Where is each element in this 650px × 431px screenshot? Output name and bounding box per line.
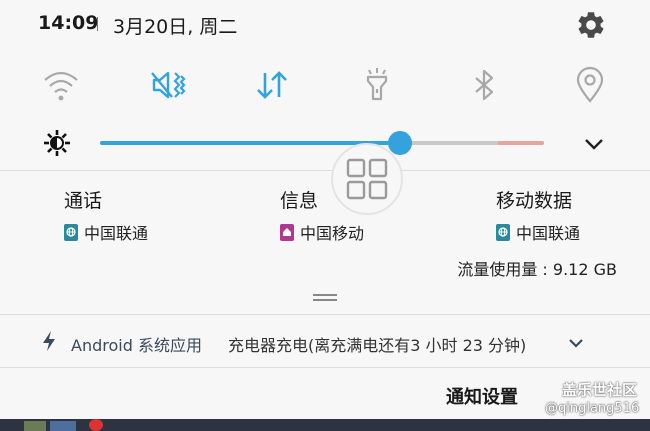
sim-message-carrier: 中国移动: [300, 224, 365, 243]
badge-dot: [89, 419, 103, 431]
vibrate-mute-icon[interactable]: [145, 62, 191, 108]
clock-time: 14:09: [38, 12, 99, 34]
brightness-thumb[interactable]: [387, 131, 412, 155]
sim-call[interactable]: 通话 中国联通: [64, 186, 148, 244]
sim-message-title: 信息: [280, 190, 319, 212]
chevron-down-icon[interactable]: [567, 334, 585, 352]
data-usage-text: 流量使用量 : 9.12 GB: [457, 260, 617, 279]
brightness-row: [0, 122, 650, 162]
status-header: 14:09 3月20日, 周二: [0, 0, 650, 50]
flashlight-icon[interactable]: [354, 62, 400, 108]
mobile-data-icon[interactable]: [249, 62, 295, 108]
location-icon[interactable]: [567, 62, 613, 108]
app-thumbnail: [50, 421, 76, 431]
app-thumbnail: [24, 421, 46, 431]
notification-app-name: Android 系统应用: [71, 336, 202, 355]
sim-data[interactable]: 移动数据 中国联通: [496, 186, 580, 244]
lightning-bolt-icon: [40, 330, 58, 352]
panel-footer: 通知设置 盖乐世社区 @qinglang516: [0, 369, 650, 419]
drag-handle-icon[interactable]: [313, 294, 337, 301]
sim-call-title: 通话: [64, 190, 103, 212]
watermark-title: 盖乐世社区: [562, 381, 638, 399]
bluetooth-icon[interactable]: [461, 62, 507, 108]
wifi-icon[interactable]: [38, 62, 84, 108]
brightness-slider[interactable]: [100, 131, 544, 155]
divider: [0, 170, 650, 171]
auto-brightness-sun-icon[interactable]: [43, 129, 71, 157]
background-app-strip: [0, 419, 650, 431]
quick-toggles: [0, 62, 650, 108]
sim-card-icon: [280, 223, 294, 241]
sim-call-carrier: 中国联通: [84, 224, 149, 243]
notification-settings-button[interactable]: 通知设置: [446, 383, 518, 409]
chevron-down-icon[interactable]: [582, 132, 606, 156]
settings-gear-icon[interactable]: [575, 9, 607, 41]
sim-card-icon: [496, 223, 510, 241]
brightness-high-zone: [498, 141, 544, 145]
date-text: 3月20日, 周二: [113, 16, 238, 38]
sim-card-icon: [64, 223, 78, 241]
watermark-user: @qinglang516: [545, 401, 640, 416]
sim-message[interactable]: 信息 中国移动: [280, 186, 364, 244]
sim-data-carrier: 中国联通: [516, 224, 581, 243]
sim-data-title: 移动数据: [496, 190, 573, 212]
notification-text: 充电器充电(离充满电还有3 小时 23 分钟): [228, 336, 527, 355]
charging-notification[interactable]: Android 系统应用 充电器充电(离充满电还有3 小时 23 分钟): [0, 314, 650, 368]
divider: [97, 17, 98, 31]
